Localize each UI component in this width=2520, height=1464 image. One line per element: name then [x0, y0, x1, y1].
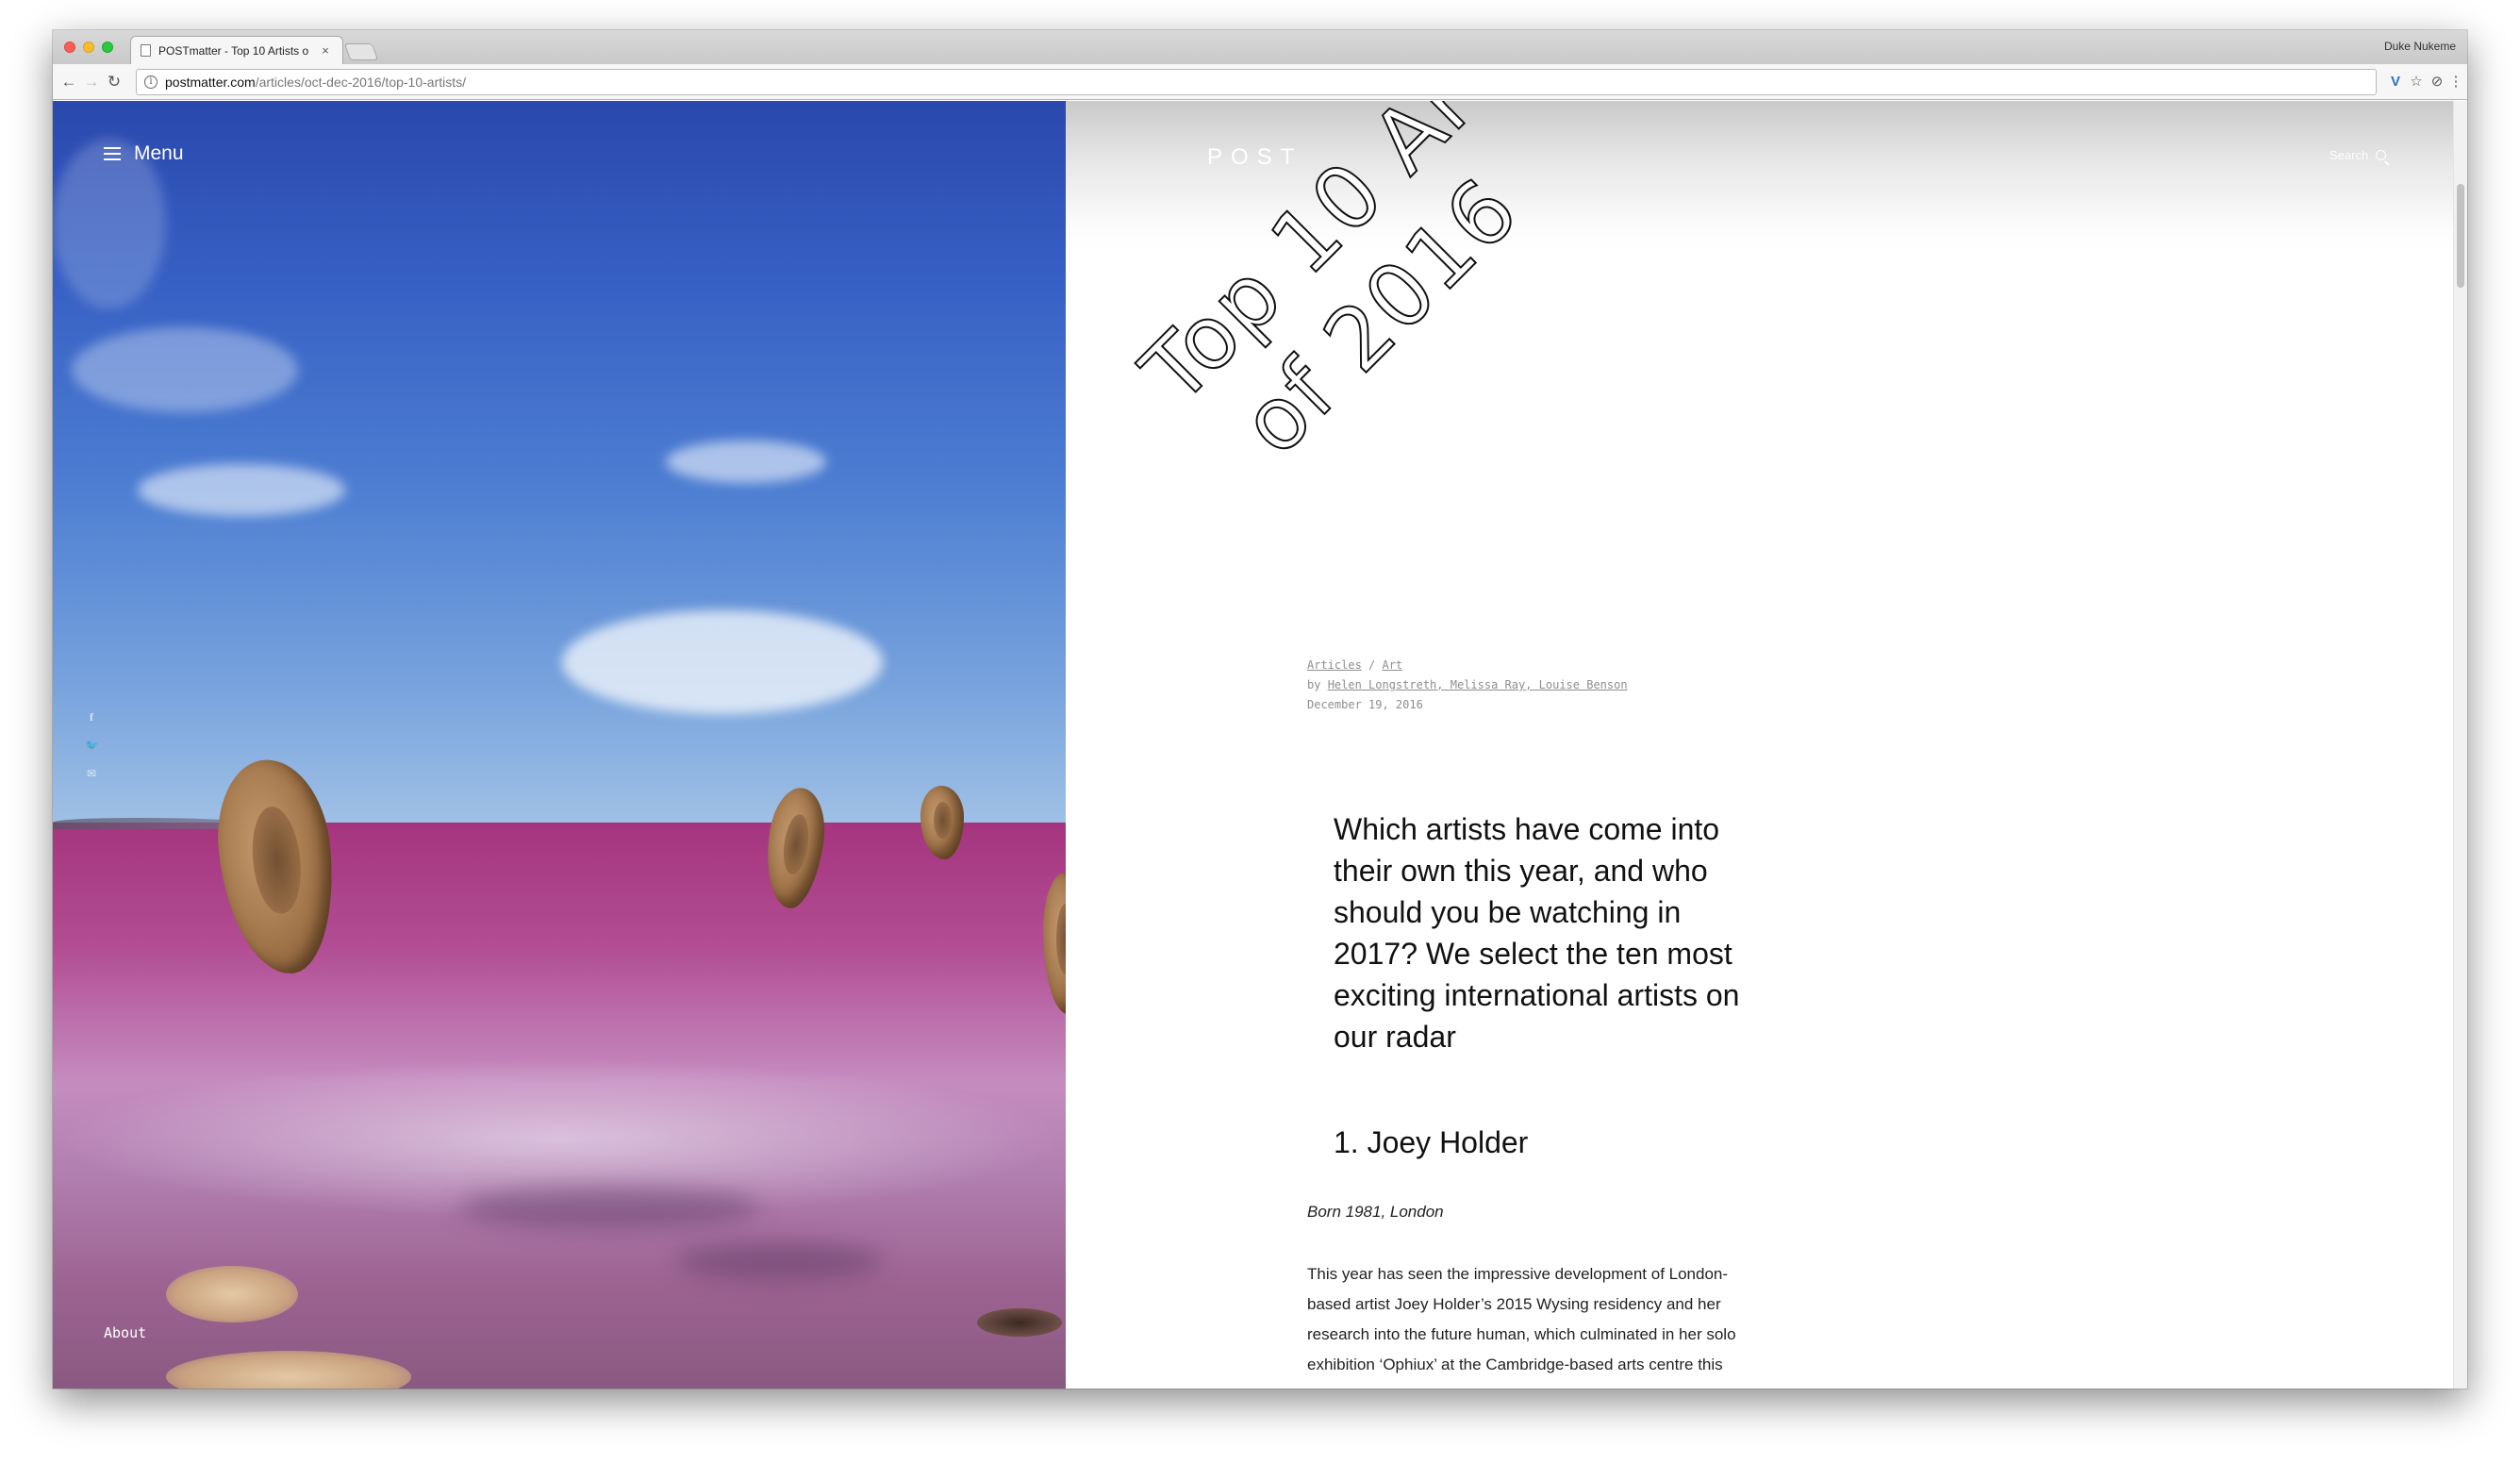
page-icon	[141, 44, 151, 57]
cloud	[562, 610, 883, 714]
minimize-window-button[interactable]	[83, 42, 94, 53]
byline: by Helen Longstreth, Melissa Ray, Louise…	[1307, 675, 1628, 695]
address-bar[interactable]: i postmatter.com/articles/oct-dec-2016/t…	[136, 69, 2377, 95]
cloud	[72, 327, 298, 412]
facebook-icon[interactable]: f	[85, 710, 98, 724]
publish-date: December 19, 2016	[1307, 698, 1423, 711]
breadcrumb: Articles / Art	[1307, 656, 1628, 675]
tab-title: POSTmatter - Top 10 Artists o	[158, 43, 309, 58]
search-button[interactable]: Search	[2329, 148, 2387, 162]
author-links[interactable]: Helen Longstreth, Melissa Ray, Louise Be…	[1328, 678, 1628, 691]
search-icon	[2376, 150, 2387, 160]
artist-born: Born 1981, London	[1307, 1203, 1444, 1221]
site-logo[interactable]: POST	[1207, 144, 1302, 171]
water-shadow	[675, 1242, 883, 1280]
breadcrumb-art[interactable]: Art	[1382, 658, 1402, 672]
close-window-button[interactable]	[64, 42, 75, 53]
tab-postmatter[interactable]: POSTmatter - Top 10 Artists o ×	[130, 36, 343, 64]
breadcrumb-separator: /	[1361, 658, 1383, 672]
tab-strip: POSTmatter - Top 10 Artists o × Duke Nuk…	[53, 30, 2467, 64]
email-icon[interactable]: ✉	[85, 767, 98, 780]
dark-rock	[977, 1308, 1062, 1337]
extension-block-icon[interactable]: ⊘	[2428, 73, 2446, 92]
twitter-icon[interactable]: 🐦	[85, 739, 99, 752]
site-info-icon[interactable]: i	[144, 75, 158, 89]
scrollbar-thumb[interactable]	[2457, 184, 2464, 288]
back-arrow-icon[interactable]: ←	[58, 72, 79, 92]
profile-name[interactable]: Duke Nukeme	[2384, 40, 2456, 53]
article-body: This year has seen the impressive develo…	[1307, 1265, 1736, 1389]
reload-icon[interactable]: ↻	[104, 72, 124, 92]
bookmark-star-icon[interactable]: ☆	[2407, 73, 2426, 92]
forward-arrow-icon[interactable]: →	[81, 72, 102, 92]
breadcrumb-articles[interactable]: Articles	[1307, 658, 1362, 672]
water-shadow	[458, 1186, 760, 1228]
cloud	[138, 464, 345, 516]
section-heading: 1. Joey Holder	[1334, 1125, 1529, 1159]
search-label: Search	[2329, 148, 2369, 162]
menu-button[interactable]: Menu	[104, 142, 184, 165]
maximize-window-button[interactable]	[102, 42, 113, 53]
url-path: /articles/oct-dec-2016/top-10-artists/	[255, 75, 467, 90]
article-standfirst: Which artists have come into their own t…	[1334, 812, 1740, 1054]
about-link[interactable]: About	[104, 1324, 146, 1341]
tab-close-icon[interactable]: ×	[318, 43, 333, 58]
cloud	[666, 441, 826, 483]
page-viewport: Menu f 🐦 ✉ About POST Search Top 10 Arti…	[53, 101, 2467, 1389]
menu-label: Menu	[134, 142, 184, 164]
article-meta: Articles / Art by Helen Longstreth, Meli…	[1307, 656, 1628, 715]
hamburger-icon	[104, 147, 121, 160]
browser-window: POSTmatter - Top 10 Artists o × Duke Nuk…	[53, 30, 2467, 1389]
new-tab-button[interactable]	[343, 43, 379, 60]
hero-image: Menu f 🐦 ✉ About	[53, 101, 1066, 1389]
url-host: postmatter.com	[165, 75, 256, 90]
salt-rock	[166, 1266, 298, 1323]
browser-menu-icon[interactable]: ⋮	[2446, 73, 2465, 92]
byline-prefix: by	[1307, 678, 1328, 691]
extension-v-icon[interactable]: V	[2386, 73, 2405, 92]
browser-toolbar: ← → ↻ i postmatter.com/articles/oct-dec-…	[53, 64, 2467, 100]
scrollbar[interactable]	[2453, 101, 2467, 1389]
